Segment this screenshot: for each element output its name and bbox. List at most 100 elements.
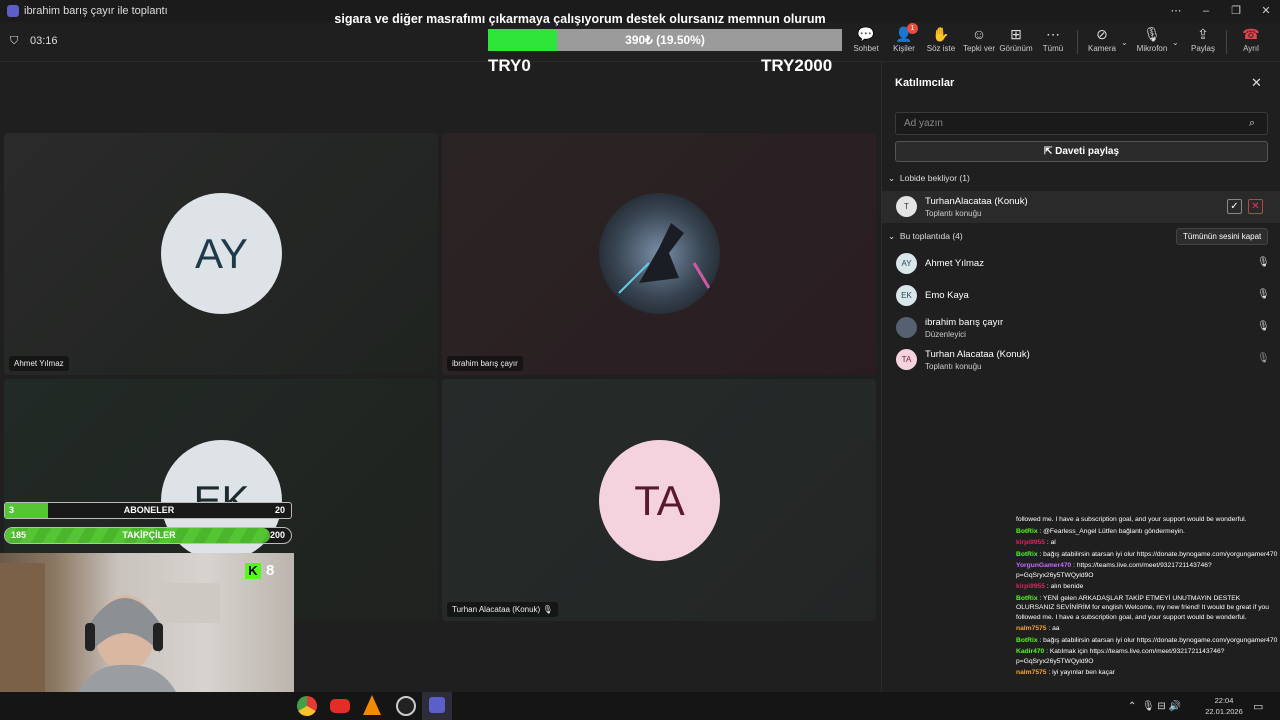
- chat-username: nalm7575: [1016, 625, 1047, 632]
- chat-message: nalm7575 : iyi yayınlar ben kaçar: [1016, 668, 1280, 678]
- mute-all-button[interactable]: Tümünün sesini kapat: [1176, 228, 1269, 245]
- tile-name-label: ibrahim barış çayır: [447, 356, 523, 371]
- obs-icon[interactable]: [396, 696, 416, 716]
- deny-button[interactable]: ✕: [1248, 199, 1263, 214]
- avatar: T: [896, 196, 917, 217]
- participant-role: Düzenleyici: [925, 330, 966, 339]
- chat-icon: 💬: [857, 26, 875, 42]
- chat-username: BotRix: [1016, 594, 1038, 602]
- donation-max-label: TRY2000: [761, 56, 833, 75]
- view-button[interactable]: ⊞ Görünüm: [996, 24, 1036, 60]
- participant-row[interactable]: TA Turhan Alacataa (Konuk) Toplantı konu…: [882, 344, 1280, 376]
- more-button[interactable]: ⋯ Tümü: [1033, 24, 1073, 60]
- leave-button[interactable]: ☎ Ayrıl: [1231, 24, 1271, 60]
- chat-message: kirpi9955 : al: [1016, 538, 1280, 548]
- youtube-icon[interactable]: [330, 699, 350, 713]
- participant-role: Toplantı konuğu: [925, 209, 982, 218]
- share-icon: ⇪: [1197, 26, 1209, 42]
- tile-name-label: Ahmet Yılmaz: [9, 356, 69, 371]
- video-tile-ahmet[interactable]: AY Ahmet Yılmaz: [4, 133, 438, 375]
- chat-message: BotRix : @Fearless_Angel Lütfen bağlantı…: [1016, 527, 1280, 537]
- chat-message: Kadir470 : Katılmak için https://teams.l…: [1016, 647, 1280, 666]
- chat-message: followed me. I have a subscription goal,…: [1016, 515, 1280, 525]
- camera-off-icon: ⊘: [1096, 26, 1108, 42]
- mic-icon: 🎙: [1143, 26, 1161, 42]
- avatar: TA: [896, 349, 917, 370]
- donation-min-label: TRY0: [488, 56, 531, 75]
- people-badge: 1: [907, 23, 918, 34]
- chat-message: kirpi9955 : alın benide: [1016, 582, 1280, 592]
- vlc-icon[interactable]: [363, 695, 381, 715]
- react-button[interactable]: ☺ Tepki ver: [959, 24, 999, 60]
- avatar: [896, 317, 917, 338]
- subscribers-goal-bar: 3 ABONELER 20: [4, 502, 292, 519]
- video-tile-ibrahim[interactable]: ibrahim barış çayır: [442, 133, 876, 375]
- participant-row[interactable]: EK Emo Kaya 🎙: [882, 280, 1280, 312]
- participant-name: Emo Kaya: [925, 290, 969, 301]
- chat-text: : @Fearless_Angel Lütfen bağlantı gönder…: [1039, 527, 1185, 535]
- clock-date[interactable]: 22.01.2026: [1198, 707, 1250, 716]
- close-window-button[interactable]: ✕: [1252, 2, 1280, 20]
- participant-row[interactable]: ibrahim barış çayır Düzenleyici 🎙: [882, 312, 1280, 344]
- camera-button[interactable]: ⊘ Kamera: [1082, 24, 1122, 60]
- participant-row[interactable]: AY Ahmet Yılmaz 🎙: [882, 248, 1280, 280]
- chat-username: nalm7575: [1016, 669, 1047, 676]
- tray-icons[interactable]: ⌃ 🎙 ⊟ 🔊: [1128, 701, 1181, 712]
- chat-button[interactable]: 💬 Sohbet: [846, 24, 886, 60]
- meeting-section-header[interactable]: ⌄ Bu toplantıda (4): [888, 231, 963, 242]
- avatar: AY: [896, 253, 917, 274]
- chat-username: kirpi9955: [1016, 583, 1045, 590]
- participants-panel-title: Katılımcılar: [895, 77, 955, 89]
- participant-name: Ahmet Yılmaz: [925, 258, 984, 269]
- participant-search-input[interactable]: Ad yazın ⌕: [895, 112, 1268, 135]
- chat-username: BotRix: [1016, 550, 1038, 558]
- video-tile-turhan[interactable]: TA Turhan Alacataa (Konuk) 🎙: [442, 379, 876, 621]
- maximize-button[interactable]: ❐: [1222, 2, 1250, 20]
- mic-button[interactable]: 🎙 Mikrofon: [1132, 24, 1172, 60]
- chat-text: : Katılmak için https://teams.live.com/m…: [1016, 648, 1225, 665]
- react-icon: ☺: [971, 26, 987, 42]
- notification-icon[interactable]: ▭: [1253, 700, 1263, 713]
- chat-username: kirpi9955: [1016, 539, 1045, 546]
- participant-name: Turhan Alacataa (Konuk): [925, 349, 1030, 360]
- donation-progress-bar: 390₺ (19.50%): [488, 29, 842, 51]
- lobby-section-header[interactable]: ⌄ Lobide bekliyor (1): [888, 173, 970, 184]
- people-button[interactable]: 👤 Kişiler: [884, 24, 924, 60]
- chat-message: BotRix : bağış atabilirsin atarsan iyi o…: [1016, 550, 1280, 560]
- share-invite-button[interactable]: ⇱ Daveti paylaş: [895, 141, 1268, 162]
- meeting-timer: 03:16: [30, 35, 58, 47]
- share-button[interactable]: ⇪ Paylaş: [1183, 24, 1223, 60]
- mic-off-icon: 🎙: [1257, 353, 1270, 364]
- chrome-icon[interactable]: [297, 696, 317, 716]
- chevron-down-icon: ⌄: [888, 173, 896, 183]
- mic-options-chevron-icon[interactable]: ⌄: [1172, 38, 1179, 47]
- more-icon: ⋯: [1046, 26, 1060, 42]
- chat-text: : iyi yayınlar ben kaçar: [1048, 669, 1115, 676]
- lobby-participant-row[interactable]: T TurhanAlacataa (Konuk) Toplantı konuğu…: [882, 191, 1280, 223]
- chat-text: : alın benide: [1046, 583, 1084, 590]
- search-icon: ⌕: [1249, 117, 1256, 129]
- chat-message: nalm7575 : aa: [1016, 624, 1280, 634]
- followers-label: TAKİPÇİLER: [122, 530, 176, 540]
- teams-icon: [429, 697, 445, 713]
- people-icon: 👤: [895, 26, 913, 42]
- teams-taskbar-button[interactable]: [422, 692, 452, 720]
- kick-logo-icon: K: [245, 563, 261, 579]
- raise-hand-icon: ✋: [932, 26, 950, 42]
- minimize-button[interactable]: –: [1192, 2, 1220, 20]
- mic-off-icon: 🎙: [542, 605, 553, 614]
- close-panel-button[interactable]: ✕: [1251, 75, 1262, 91]
- tile-name-label: Turhan Alacataa (Konuk) 🎙: [447, 602, 558, 617]
- avatar: [599, 193, 720, 314]
- chat-text: : bağış atabilirsin atarsan iyi olur htt…: [1039, 636, 1278, 644]
- clock-time[interactable]: 22:04: [1204, 696, 1244, 705]
- more-options-button[interactable]: ⋯: [1162, 2, 1190, 20]
- chat-username: Kadir470: [1016, 648, 1045, 655]
- raise-hand-button[interactable]: ✋ Söz iste: [921, 24, 961, 60]
- camera-options-chevron-icon[interactable]: ⌄: [1121, 38, 1128, 47]
- search-placeholder: Ad yazın: [904, 118, 943, 129]
- profile-picture-icon: [599, 193, 720, 314]
- avatar: AY: [161, 193, 282, 314]
- view-icon: ⊞: [1010, 26, 1022, 42]
- admit-button[interactable]: ✓: [1227, 199, 1242, 214]
